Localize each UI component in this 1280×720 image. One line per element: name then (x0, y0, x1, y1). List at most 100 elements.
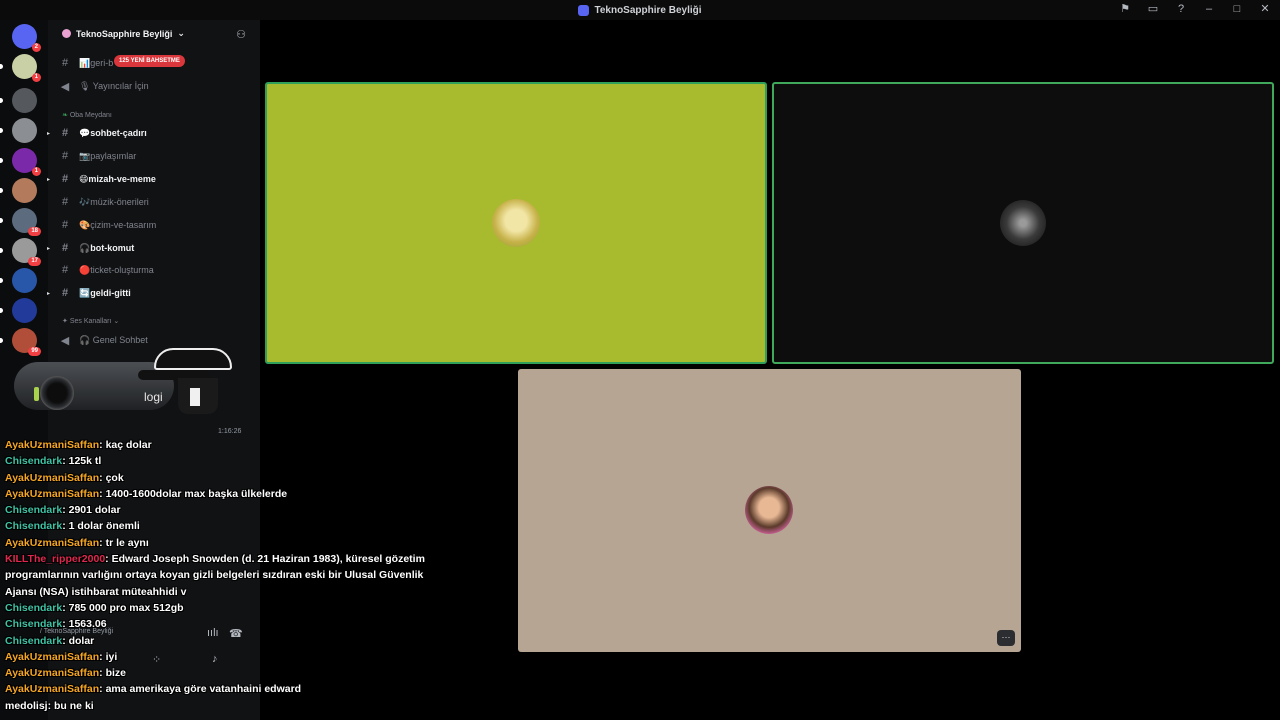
hash-icon: # (61, 287, 69, 299)
channel-item[interactable]: ◀ 🎙 Yayıncılar İçin (60, 78, 149, 94)
server-icon[interactable]: 18 (0, 208, 41, 236)
channel-label: 📷paylaşımlar (79, 150, 137, 161)
minimize-icon[interactable]: – (1202, 2, 1216, 16)
unread-indicator: ▸ (47, 176, 51, 183)
chat-text: : çok (99, 471, 124, 484)
chat-overlay: AyakUzmaniSaffan: kaç dolar Chisendark: 1… (5, 437, 425, 714)
unread-indicator (0, 248, 3, 253)
guild-icon (62, 29, 71, 38)
channel-label: 🎧bot-komut (79, 242, 135, 253)
server-icon[interactable] (0, 298, 37, 323)
server-icon[interactable] (0, 178, 37, 203)
server-icon[interactable]: 17 (0, 238, 41, 266)
unread-indicator: ▸ (47, 290, 51, 297)
hash-icon: # (61, 242, 69, 254)
speaker-icon: ◀ (60, 80, 70, 93)
participant-avatar (745, 486, 793, 534)
chat-username: AyakUzmaniSaffan (5, 650, 100, 663)
invite-people-icon[interactable]: ⚇ (236, 28, 246, 41)
channel-label: 🎶müzik-önerileri (79, 196, 149, 207)
chat-username: Chisendark (5, 618, 63, 631)
chevron-down-icon: ⌄ (113, 318, 120, 325)
chat-message: AyakUzmaniSaffan: çok (5, 470, 425, 486)
unread-indicator (0, 278, 3, 283)
hash-icon: # (61, 196, 69, 208)
unread-indicator (0, 64, 3, 69)
unread-indicator (0, 218, 3, 223)
officer-hat-image (134, 348, 244, 414)
chat-username: Chisendark (5, 634, 63, 647)
flag-icon[interactable]: ⚑ (1118, 2, 1132, 16)
chat-text: : bu ne ki (47, 699, 94, 712)
unread-indicator (0, 128, 3, 133)
channel-item[interactable]: # 🎶müzik-önerileri (60, 194, 149, 210)
channel-label: 😄mizah-ve-meme (79, 173, 156, 184)
window-title-text: TeknoSapphire Beyliği (594, 4, 702, 16)
hash-icon: # (61, 57, 69, 69)
channel-label: 🎙 Yayıncılar İçin (79, 80, 149, 91)
chat-message: Chisendark: 1 dolar önemli (5, 518, 425, 534)
chat-message: Chisendark: 1563.06 (5, 616, 425, 632)
channel-item[interactable]: # 🔴ticket-oluşturma (60, 262, 154, 278)
video-tile-2[interactable] (772, 82, 1274, 364)
chat-username: Chisendark (5, 504, 63, 517)
guild-name: TeknoSapphire Beyliği (76, 28, 173, 39)
server-icon[interactable] (0, 268, 37, 293)
server-icon[interactable] (0, 88, 37, 113)
maximize-icon[interactable]: □ (1230, 2, 1244, 16)
chat-username: AyakUzmaniSaffan (5, 471, 100, 484)
video-tile-3[interactable]: ··· (518, 369, 1021, 652)
guild-header[interactable]: TeknoSapphire Beyliği ⌄ (62, 28, 185, 39)
chat-text: : ama amerikaya göre vatanhaini edward (99, 683, 302, 696)
unread-indicator (0, 308, 3, 313)
participant-avatar (1000, 200, 1046, 246)
chat-text: : dolar (62, 634, 95, 647)
channel-label: 🔄geldi-gitti (79, 287, 131, 298)
chat-message: Chisendark: 785 000 pro max 512gb (5, 600, 425, 616)
channel-item[interactable]: # 🎨çizim-ve-tasarım (60, 217, 156, 233)
chat-username: Chisendark (5, 601, 63, 614)
chat-text: : 1 dolar önemli (62, 520, 140, 533)
screen-share-icon[interactable]: ▭ (1146, 2, 1160, 16)
plant-icon: ❧ (62, 112, 68, 119)
server-icon[interactable]: 2 (12, 24, 41, 52)
server-icon[interactable]: 1 (0, 54, 41, 82)
channel-label: 💬sohbet-çadırı (79, 127, 147, 138)
hash-icon: # (61, 127, 69, 139)
category-ses-kanallari[interactable]: ✦ Ses Kanalları ⌄ (62, 317, 119, 325)
chat-message: Chisendark: dolar (5, 633, 425, 649)
new-mentions-pill[interactable]: 125 YENİ BAHSETME (114, 55, 185, 67)
channel-label: 🔴ticket-oluşturma (79, 264, 154, 275)
chat-text: : 785 000 pro max 512gb (62, 601, 184, 614)
channel-item[interactable]: # 📊geri-b (60, 55, 113, 71)
video-tile-1[interactable] (265, 82, 767, 364)
chat-message: AyakUzmaniSaffan: tr le aynı (5, 535, 425, 551)
chat-text: : 2901 dolar (62, 504, 121, 517)
chat-username: AyakUzmaniSaffan (5, 487, 100, 500)
server-icon[interactable] (0, 118, 37, 143)
chat-message: AyakUzmaniSaffan: iyi (5, 649, 425, 665)
help-icon[interactable]: ? (1174, 2, 1188, 16)
unread-indicator (0, 158, 3, 163)
channel-item[interactable]: ▸ # 💬sohbet-çadırı (47, 125, 147, 141)
channel-item[interactable]: ▸ # 😄mizah-ve-meme (47, 171, 156, 187)
chat-message: Chisendark: 2901 dolar (5, 502, 425, 518)
chat-username: Chisendark (5, 520, 63, 533)
server-icon[interactable]: 1 (0, 148, 41, 176)
channel-label: 📊geri-b (79, 57, 114, 68)
unread-indicator: ▸ (47, 130, 51, 137)
chevron-down-icon: ⌄ (177, 28, 185, 38)
server-badge: 2 (31, 43, 41, 52)
chat-text: : bize (99, 667, 126, 680)
close-icon[interactable]: ✕ (1258, 2, 1272, 16)
channel-item[interactable]: ▸ # 🎧bot-komut (47, 240, 135, 256)
voice-channel-genel-sohbet[interactable]: ◀ 🎧 Genel Sohbet (60, 332, 148, 348)
hash-icon: # (61, 150, 69, 162)
chat-text: : 125k tl (62, 455, 102, 468)
more-options-button[interactable]: ··· (997, 630, 1015, 646)
category-oba-meydani[interactable]: ❧ Oba Meydanı (62, 111, 112, 119)
channel-item[interactable]: ▸ # 🔄geldi-gitti (47, 285, 131, 301)
channel-item[interactable]: # 📷paylaşımlar (60, 148, 136, 164)
chat-message: medolisj: bu ne ki (5, 698, 425, 714)
chat-username: AyakUzmaniSaffan (5, 536, 100, 549)
